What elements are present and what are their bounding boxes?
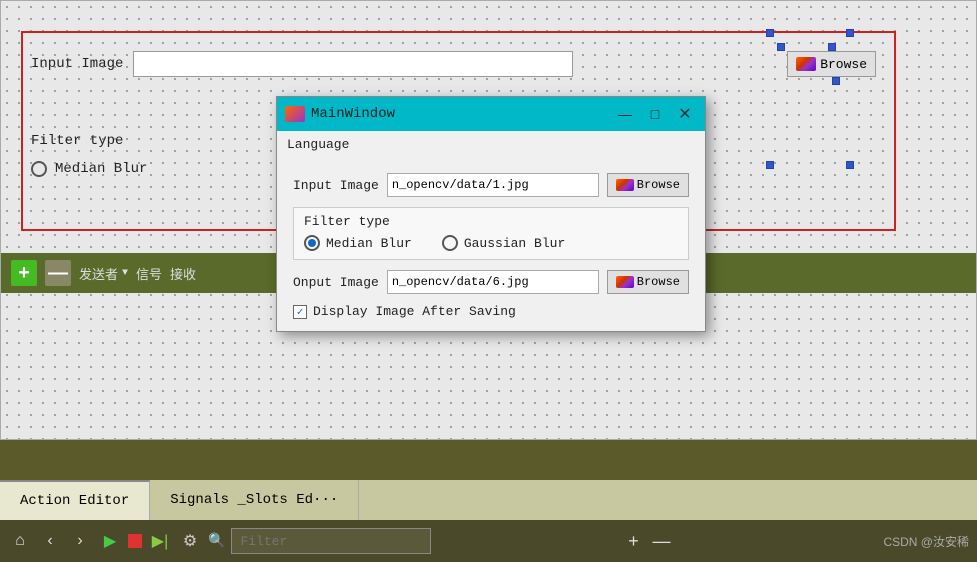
modal-title-text: MainWindow <box>311 106 607 122</box>
tabs-bar: Action Editor Signals _Slots Ed··· <box>0 480 977 520</box>
bottom-step-button[interactable]: ▶| <box>148 529 172 553</box>
canvas-input-textbox[interactable] <box>133 51 573 77</box>
bottom-stop-button[interactable] <box>128 534 142 548</box>
modal-dialog: MainWindow — □ ✕ Language Input Image Br… <box>276 96 706 332</box>
sender-label: 发送者 <box>79 264 118 283</box>
bottom-forward-button[interactable]: › <box>68 529 92 553</box>
modal-filter-section: Filter type Median Blur Gaussian Blur <box>293 207 689 260</box>
selection-handle-tr[interactable] <box>846 29 854 37</box>
modal-title-icon <box>285 106 305 122</box>
handle-tl2[interactable] <box>777 43 785 51</box>
modal-display-checkbox[interactable] <box>293 305 307 319</box>
modal-menu-language[interactable]: Language <box>281 135 355 154</box>
plus-icon: + <box>628 531 639 552</box>
handle-bm2[interactable] <box>832 77 840 85</box>
tab-action-editor-label: Action Editor <box>20 493 129 509</box>
modal-close-button[interactable]: ✕ <box>673 104 697 124</box>
gear-icon: ⚙ <box>183 531 197 551</box>
modal-output-browse-button[interactable]: Browse <box>607 270 689 294</box>
search-icon: 🔍 <box>208 533 225 550</box>
tab-signals-slots[interactable]: Signals _Slots Ed··· <box>150 480 359 520</box>
modal-display-label: Display Image After Saving <box>313 304 516 319</box>
canvas-remove-button[interactable]: — <box>45 260 71 286</box>
modal-output-label: Onput Image <box>293 275 379 290</box>
csdn-watermark: CSDN @汝安稀 <box>883 533 969 550</box>
modal-filter-options: Median Blur Gaussian Blur <box>304 235 678 251</box>
canvas-plus-label: + <box>18 262 30 285</box>
canvas-browse-button[interactable]: Browse <box>787 51 876 77</box>
step-icon: ▶| <box>152 531 168 551</box>
sender-arrow: ▼ <box>122 268 128 279</box>
modal-input-image-row: Input Image Browse <box>293 173 689 197</box>
modal-input-browse-icon <box>616 179 634 191</box>
play-icon: ▶ <box>104 531 116 551</box>
modal-gaussian-blur-option[interactable]: Gaussian Blur <box>442 235 565 251</box>
canvas-browse-area: Browse <box>787 51 876 77</box>
modal-filter-title: Filter type <box>304 214 678 229</box>
handle-tr2[interactable] <box>828 43 836 51</box>
modal-output-browse-icon <box>616 276 634 288</box>
selection-handle-br[interactable] <box>846 161 854 169</box>
modal-gaussian-radio[interactable] <box>442 235 458 251</box>
canvas-filter-row: Filter type <box>31 131 123 149</box>
bottom-home-icon: ⌂ <box>15 532 25 550</box>
bottom-bar: ⌂ ‹ › ▶ ▶| ⚙ 🔍 + — CSDN @汝安稀 <box>0 520 977 562</box>
tab-signals-slots-label: Signals _Slots Ed··· <box>170 492 338 508</box>
modal-gaussian-label: Gaussian Blur <box>464 236 565 251</box>
selection-handle-tm[interactable] <box>766 29 774 37</box>
modal-median-blur-option[interactable]: Median Blur <box>304 235 412 251</box>
canvas-browse-label: Browse <box>820 57 867 72</box>
modal-input-browse-label: Browse <box>637 178 680 192</box>
canvas-input-image-row: Input Image <box>31 51 573 77</box>
canvas-median-label: Median Blur <box>55 161 147 177</box>
modal-display-checkbox-row: Display Image After Saving <box>293 304 689 319</box>
modal-output-browse-label: Browse <box>637 275 680 289</box>
modal-input-label: Input Image <box>293 178 379 193</box>
receiver-label: 接收 <box>170 264 196 283</box>
modal-median-radio[interactable] <box>304 235 320 251</box>
tab-action-editor[interactable]: Action Editor <box>0 480 150 520</box>
sender-dropdown[interactable]: 发送者 ▼ <box>79 264 128 283</box>
minus-icon: — <box>652 531 670 552</box>
modal-minimize-button[interactable]: — <box>613 104 637 124</box>
back-icon: ‹ <box>47 532 52 550</box>
bottom-icon-left[interactable]: ⌂ <box>8 529 32 553</box>
modal-titlebar: MainWindow — □ ✕ <box>277 97 705 131</box>
bottom-play-button[interactable]: ▶ <box>98 529 122 553</box>
canvas-input-label: Input Image <box>31 56 123 72</box>
selection-handle-bm[interactable] <box>766 161 774 169</box>
modal-output-image-row: Onput Image Browse <box>293 270 689 294</box>
modal-output-field[interactable] <box>387 270 599 294</box>
canvas-browse-icon <box>796 57 816 71</box>
canvas-minus-label: — <box>48 262 68 285</box>
forward-icon: › <box>77 532 82 550</box>
modal-input-browse-button[interactable]: Browse <box>607 173 689 197</box>
canvas-radio-row: Median Blur <box>31 161 147 177</box>
canvas-area: Input Image Browse Filter type Median Bl… <box>0 0 977 440</box>
bottom-minus-button[interactable]: — <box>649 529 673 553</box>
bottom-filter-input[interactable] <box>231 528 431 554</box>
modal-maximize-button[interactable]: □ <box>643 104 667 124</box>
canvas-add-button[interactable]: + <box>11 260 37 286</box>
modal-median-label: Median Blur <box>326 236 412 251</box>
bottom-plus-button[interactable]: + <box>621 529 645 553</box>
bottom-back-button[interactable]: ‹ <box>38 529 62 553</box>
canvas-filter-label: Filter type <box>31 133 123 149</box>
bottom-gear-button[interactable]: ⚙ <box>178 529 202 553</box>
bottom-plus-minus: + — <box>621 529 673 553</box>
modal-body: Input Image Browse Filter type Median Bl… <box>277 161 705 331</box>
modal-menu-bar: Language <box>277 131 705 161</box>
modal-input-field[interactable] <box>387 173 599 197</box>
canvas-radio-circle[interactable] <box>31 161 47 177</box>
signal-label: 信号 <box>136 264 162 283</box>
